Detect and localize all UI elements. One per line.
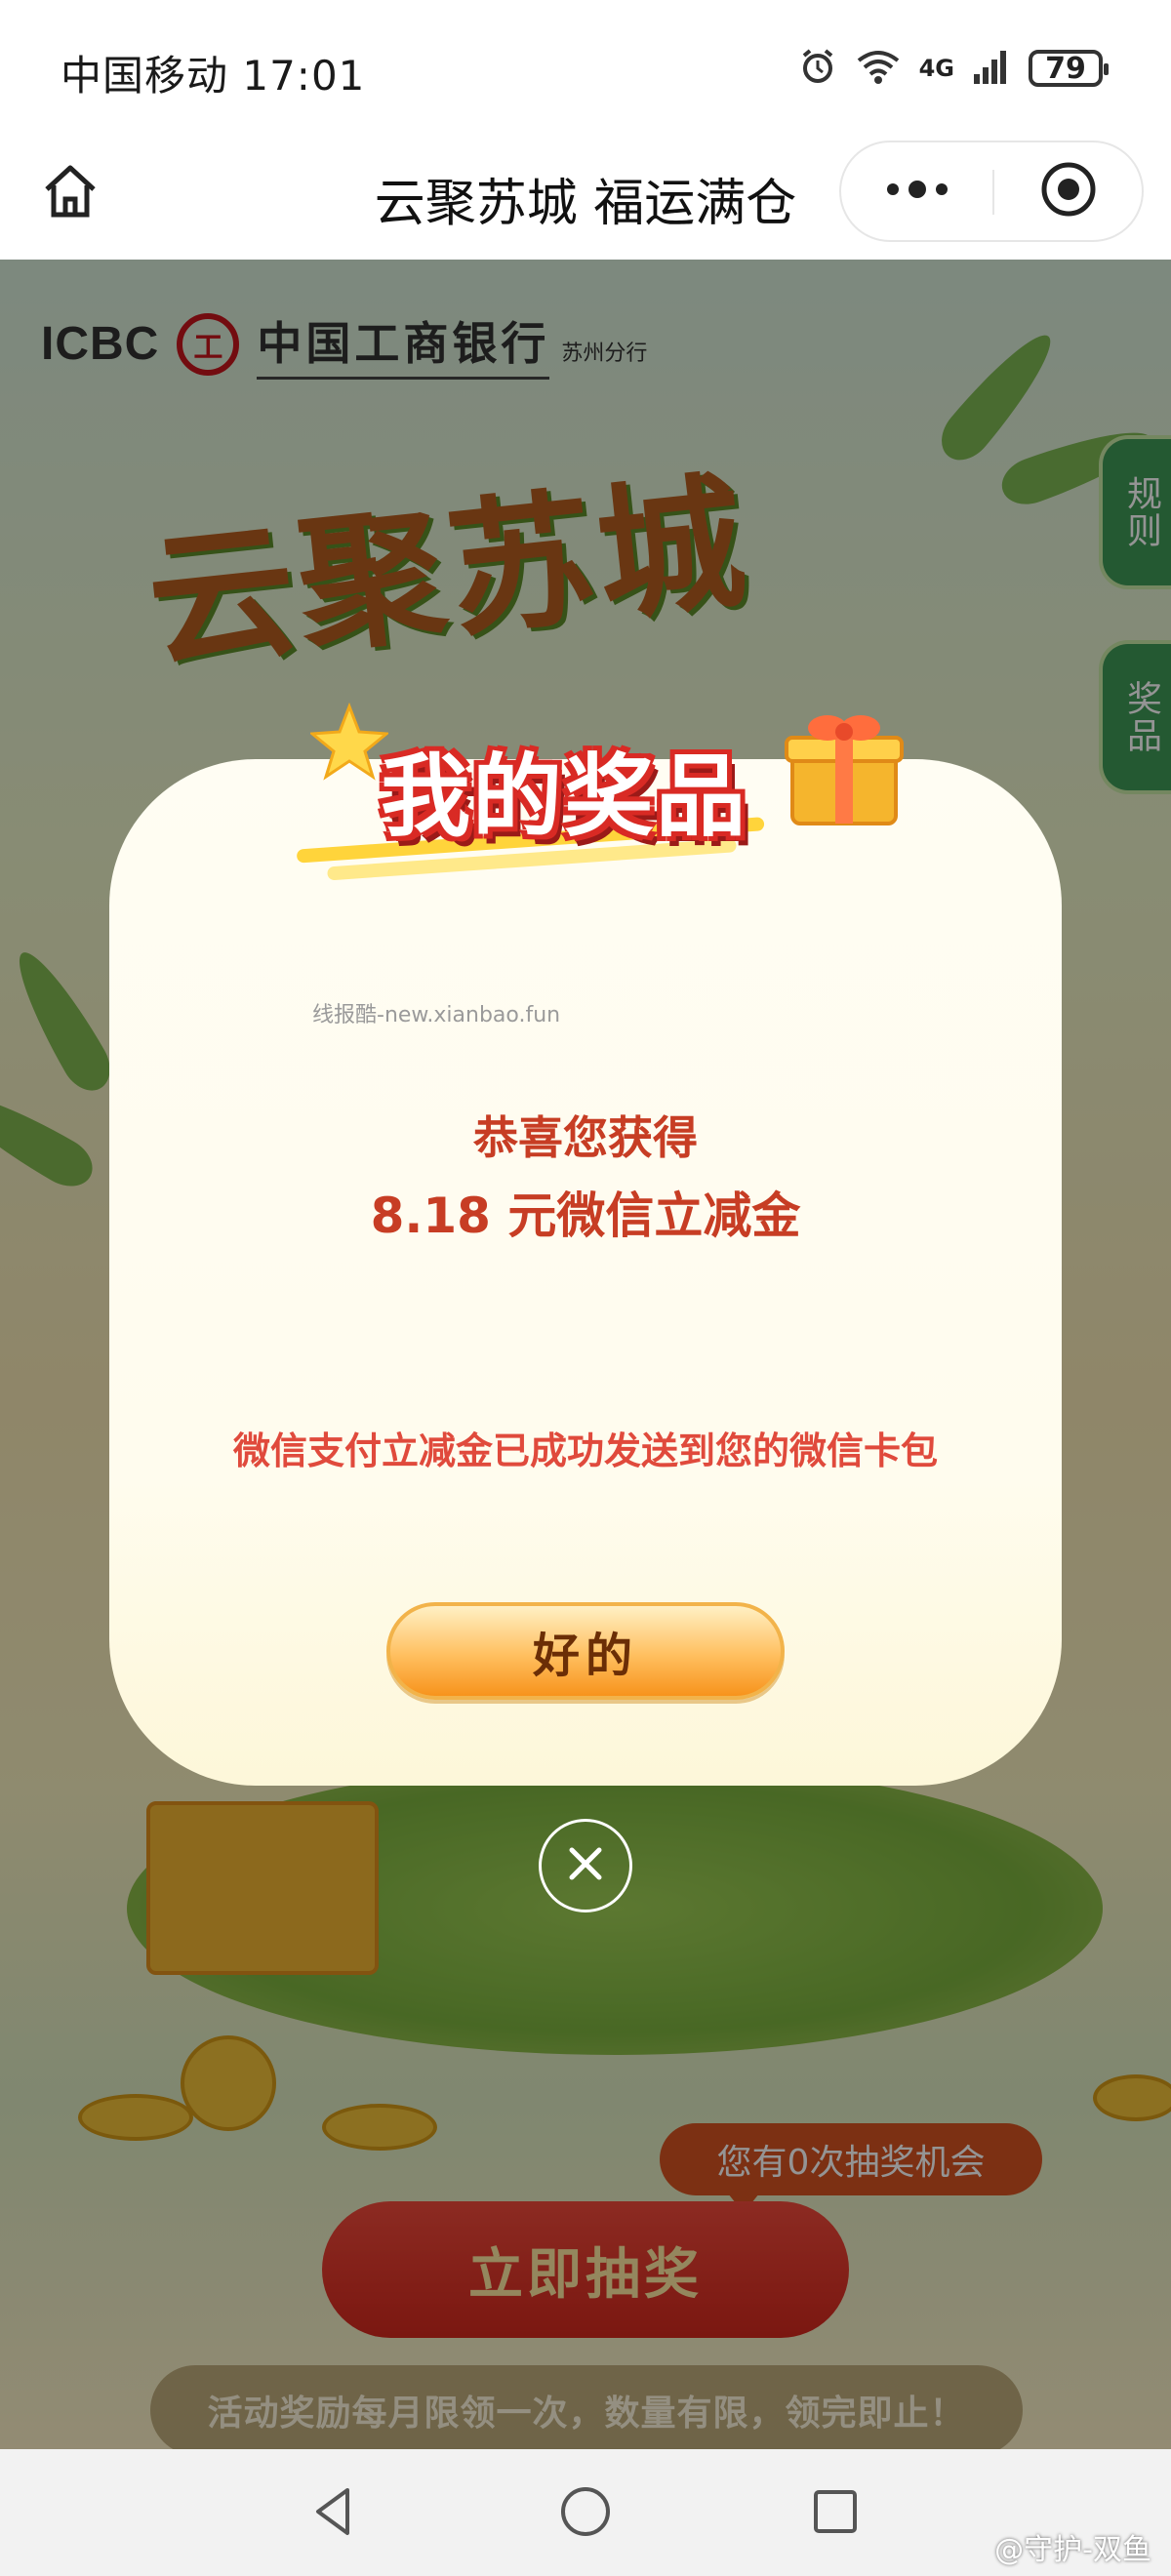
mini-program-nav-bar: 云聚苏城 福运满仓 (0, 137, 1171, 260)
recents-square-icon (806, 2482, 865, 2545)
watermark-text: 线报酷-new.xianbao.fun (312, 1003, 561, 1027)
ok-button[interactable]: 好的 (386, 1602, 785, 1700)
home-circle-icon (556, 2482, 615, 2545)
close-mini-program-button[interactable] (994, 142, 1142, 240)
close-icon (564, 1842, 607, 1889)
signal-icon (972, 47, 1011, 90)
back-triangle-icon (304, 2482, 363, 2545)
modal-title: 我的奖品 (381, 745, 748, 849)
prize-amount-text: 8.18 元微信立减金 (370, 1187, 801, 1244)
star-icon (308, 702, 390, 785)
status-bar: 中国移动 17:01 4G 79 (0, 0, 1171, 137)
battery-level: 79 (1045, 51, 1086, 86)
more-button[interactable] (841, 142, 992, 240)
alarm-icon (798, 47, 837, 90)
weibo-watermark: @守护-双鱼 (994, 2533, 1151, 2567)
target-close-icon (1039, 160, 1098, 222)
battery-icon: 79 (1029, 50, 1109, 87)
status-icons: 4G 79 (798, 47, 1109, 90)
close-modal-button[interactable] (539, 1819, 632, 1912)
carrier-time: 中国移动 17:01 (61, 52, 366, 100)
more-dots-icon (883, 180, 951, 203)
network-type: 4G (918, 55, 954, 82)
congrats-text: 恭喜您获得 (473, 1111, 698, 1164)
back-button[interactable] (293, 2473, 375, 2555)
home-nav-button[interactable] (545, 2473, 626, 2555)
home-icon (39, 160, 101, 226)
home-button[interactable] (33, 156, 107, 230)
modal-header: 我的奖品 (283, 702, 917, 881)
gift-box-icon (781, 703, 908, 833)
recents-button[interactable] (794, 2473, 876, 2555)
sent-confirmation-text: 微信支付立减金已成功发送到您的微信卡包 (232, 1429, 938, 1472)
wifi-icon (855, 47, 902, 90)
capsule-menu (839, 141, 1144, 242)
